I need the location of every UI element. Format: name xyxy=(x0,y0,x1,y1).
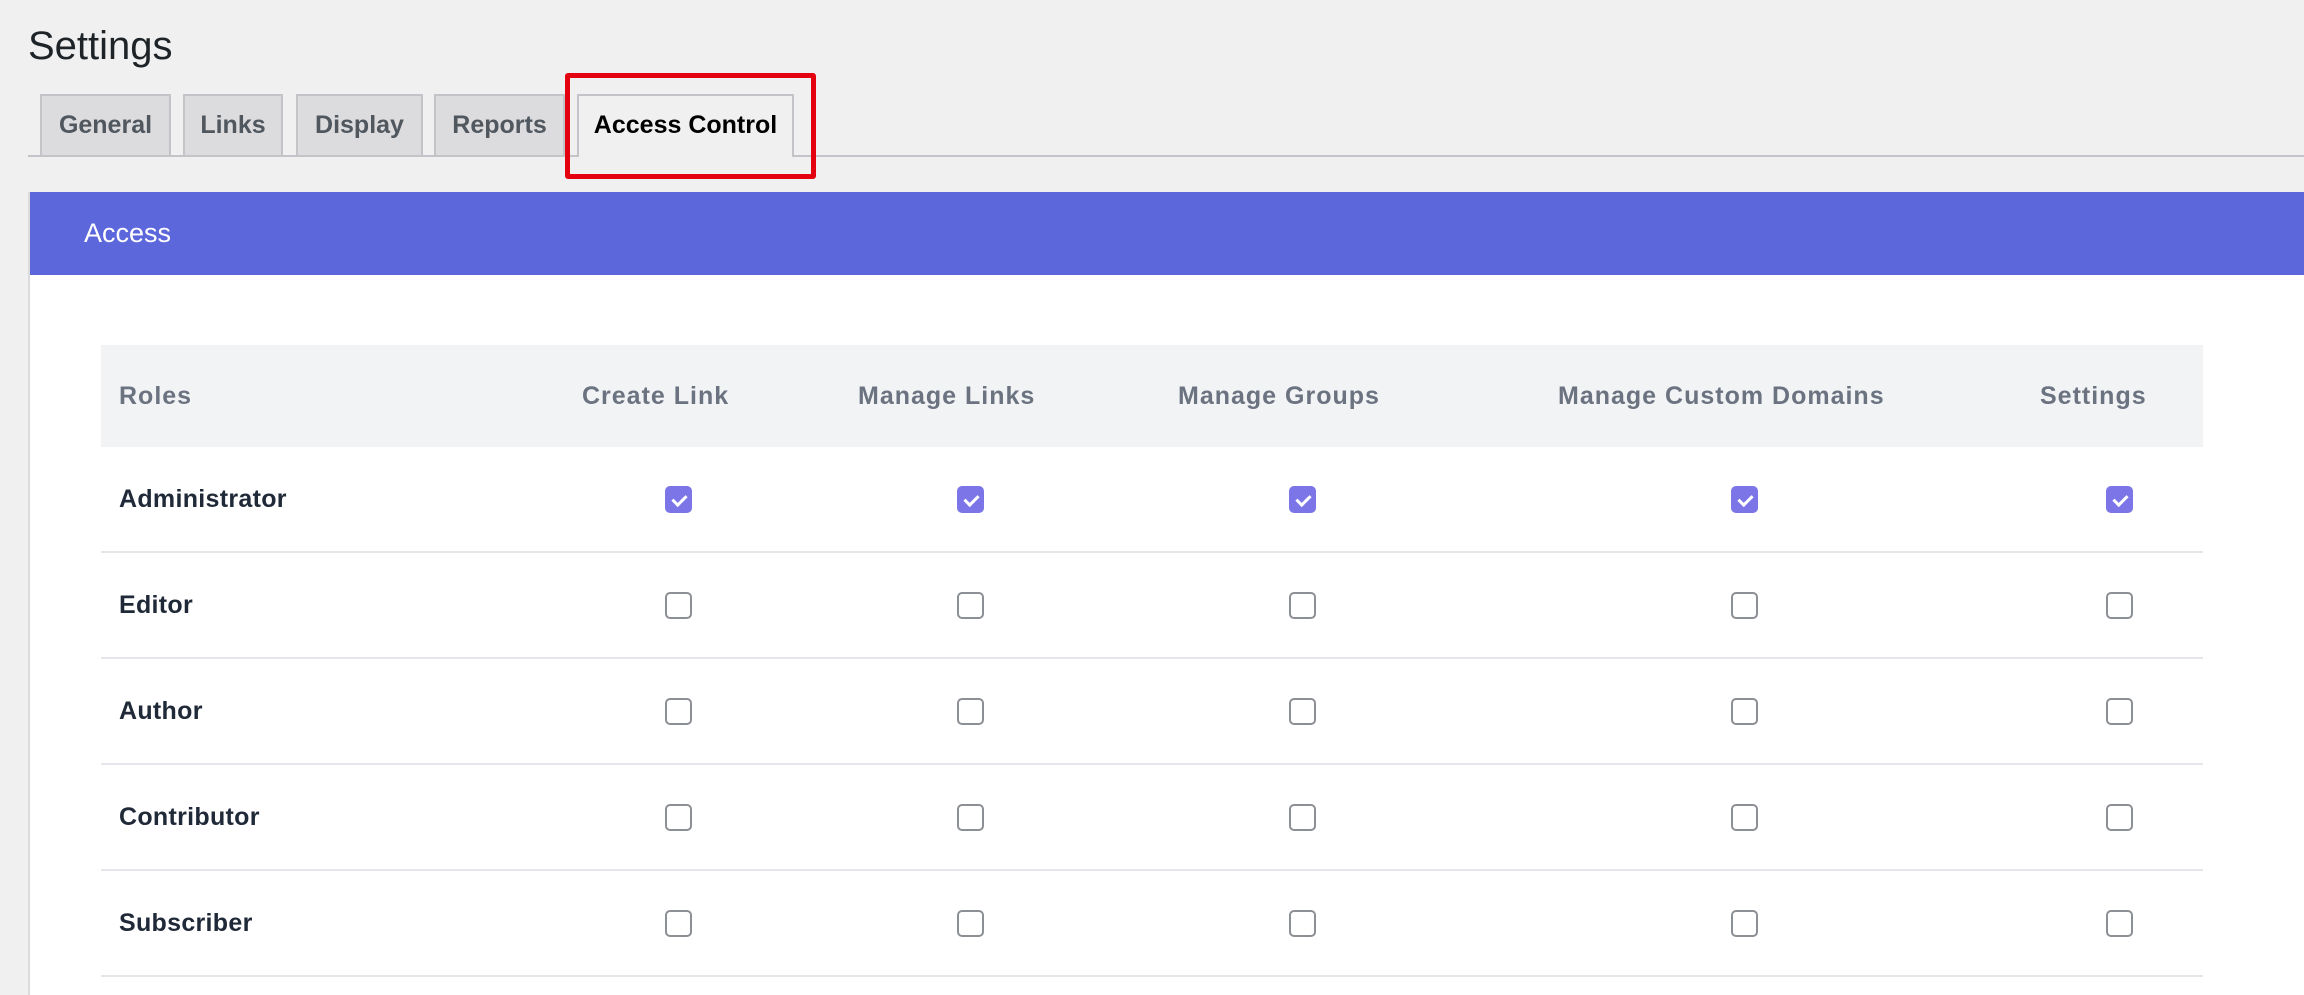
header-manage-links: Manage Links xyxy=(858,382,1036,410)
table-row: Administrator xyxy=(101,447,2203,553)
manage-groups-checkbox[interactable] xyxy=(1289,698,1316,725)
manage-custom-domains-checkbox[interactable] xyxy=(1731,804,1758,831)
role-name: Author xyxy=(119,697,203,725)
tab-general[interactable]: General xyxy=(40,94,171,155)
header-manage-custom-domains: Manage Custom Domains xyxy=(1558,382,1885,410)
manage-links-checkbox[interactable] xyxy=(957,910,984,937)
create-link-checkbox[interactable] xyxy=(665,698,692,725)
settings-checkbox[interactable] xyxy=(2106,592,2133,619)
role-name: Contributor xyxy=(119,803,260,831)
manage-groups-checkbox[interactable] xyxy=(1289,910,1316,937)
create-link-checkbox[interactable] xyxy=(665,910,692,937)
header-manage-groups: Manage Groups xyxy=(1178,382,1380,410)
tab-reports[interactable]: Reports xyxy=(434,94,565,155)
settings-checkbox[interactable] xyxy=(2106,910,2133,937)
tab-display[interactable]: Display xyxy=(296,94,423,155)
table-row: Editor xyxy=(101,553,2203,659)
manage-links-checkbox[interactable] xyxy=(957,486,984,513)
manage-custom-domains-checkbox[interactable] xyxy=(1731,592,1758,619)
manage-links-checkbox[interactable] xyxy=(957,804,984,831)
manage-custom-domains-checkbox[interactable] xyxy=(1731,486,1758,513)
table-header-row: Roles Create Link Manage Links Manage Gr… xyxy=(101,345,2203,447)
manage-groups-checkbox[interactable] xyxy=(1289,804,1316,831)
access-panel: Access Roles Create Link Manage Links Ma… xyxy=(28,192,2304,995)
header-settings: Settings xyxy=(2040,382,2147,410)
page-title: Settings xyxy=(28,24,173,68)
settings-checkbox[interactable] xyxy=(2106,486,2133,513)
settings-checkbox[interactable] xyxy=(2106,698,2133,725)
tab-links[interactable]: Links xyxy=(183,94,283,155)
create-link-checkbox[interactable] xyxy=(665,804,692,831)
create-link-checkbox[interactable] xyxy=(665,592,692,619)
header-roles: Roles xyxy=(119,382,193,410)
tab-access-control[interactable]: Access Control xyxy=(577,94,794,157)
manage-groups-checkbox[interactable] xyxy=(1289,592,1316,619)
panel-header: Access xyxy=(30,192,2304,275)
manage-custom-domains-checkbox[interactable] xyxy=(1731,910,1758,937)
manage-links-checkbox[interactable] xyxy=(957,698,984,725)
permissions-table: Roles Create Link Manage Links Manage Gr… xyxy=(101,345,2203,977)
manage-groups-checkbox[interactable] xyxy=(1289,486,1316,513)
table-row: Subscriber xyxy=(101,871,2203,977)
table-row: Author xyxy=(101,659,2203,765)
role-name: Editor xyxy=(119,591,194,619)
manage-links-checkbox[interactable] xyxy=(957,592,984,619)
settings-checkbox[interactable] xyxy=(2106,804,2133,831)
role-name: Administrator xyxy=(119,485,287,513)
settings-tabs: General Links Display Reports Access Con… xyxy=(28,94,2304,157)
header-create-link: Create Link xyxy=(582,382,730,410)
create-link-checkbox[interactable] xyxy=(665,486,692,513)
manage-custom-domains-checkbox[interactable] xyxy=(1731,698,1758,725)
table-row: Contributor xyxy=(101,765,2203,871)
role-name: Subscriber xyxy=(119,909,253,937)
